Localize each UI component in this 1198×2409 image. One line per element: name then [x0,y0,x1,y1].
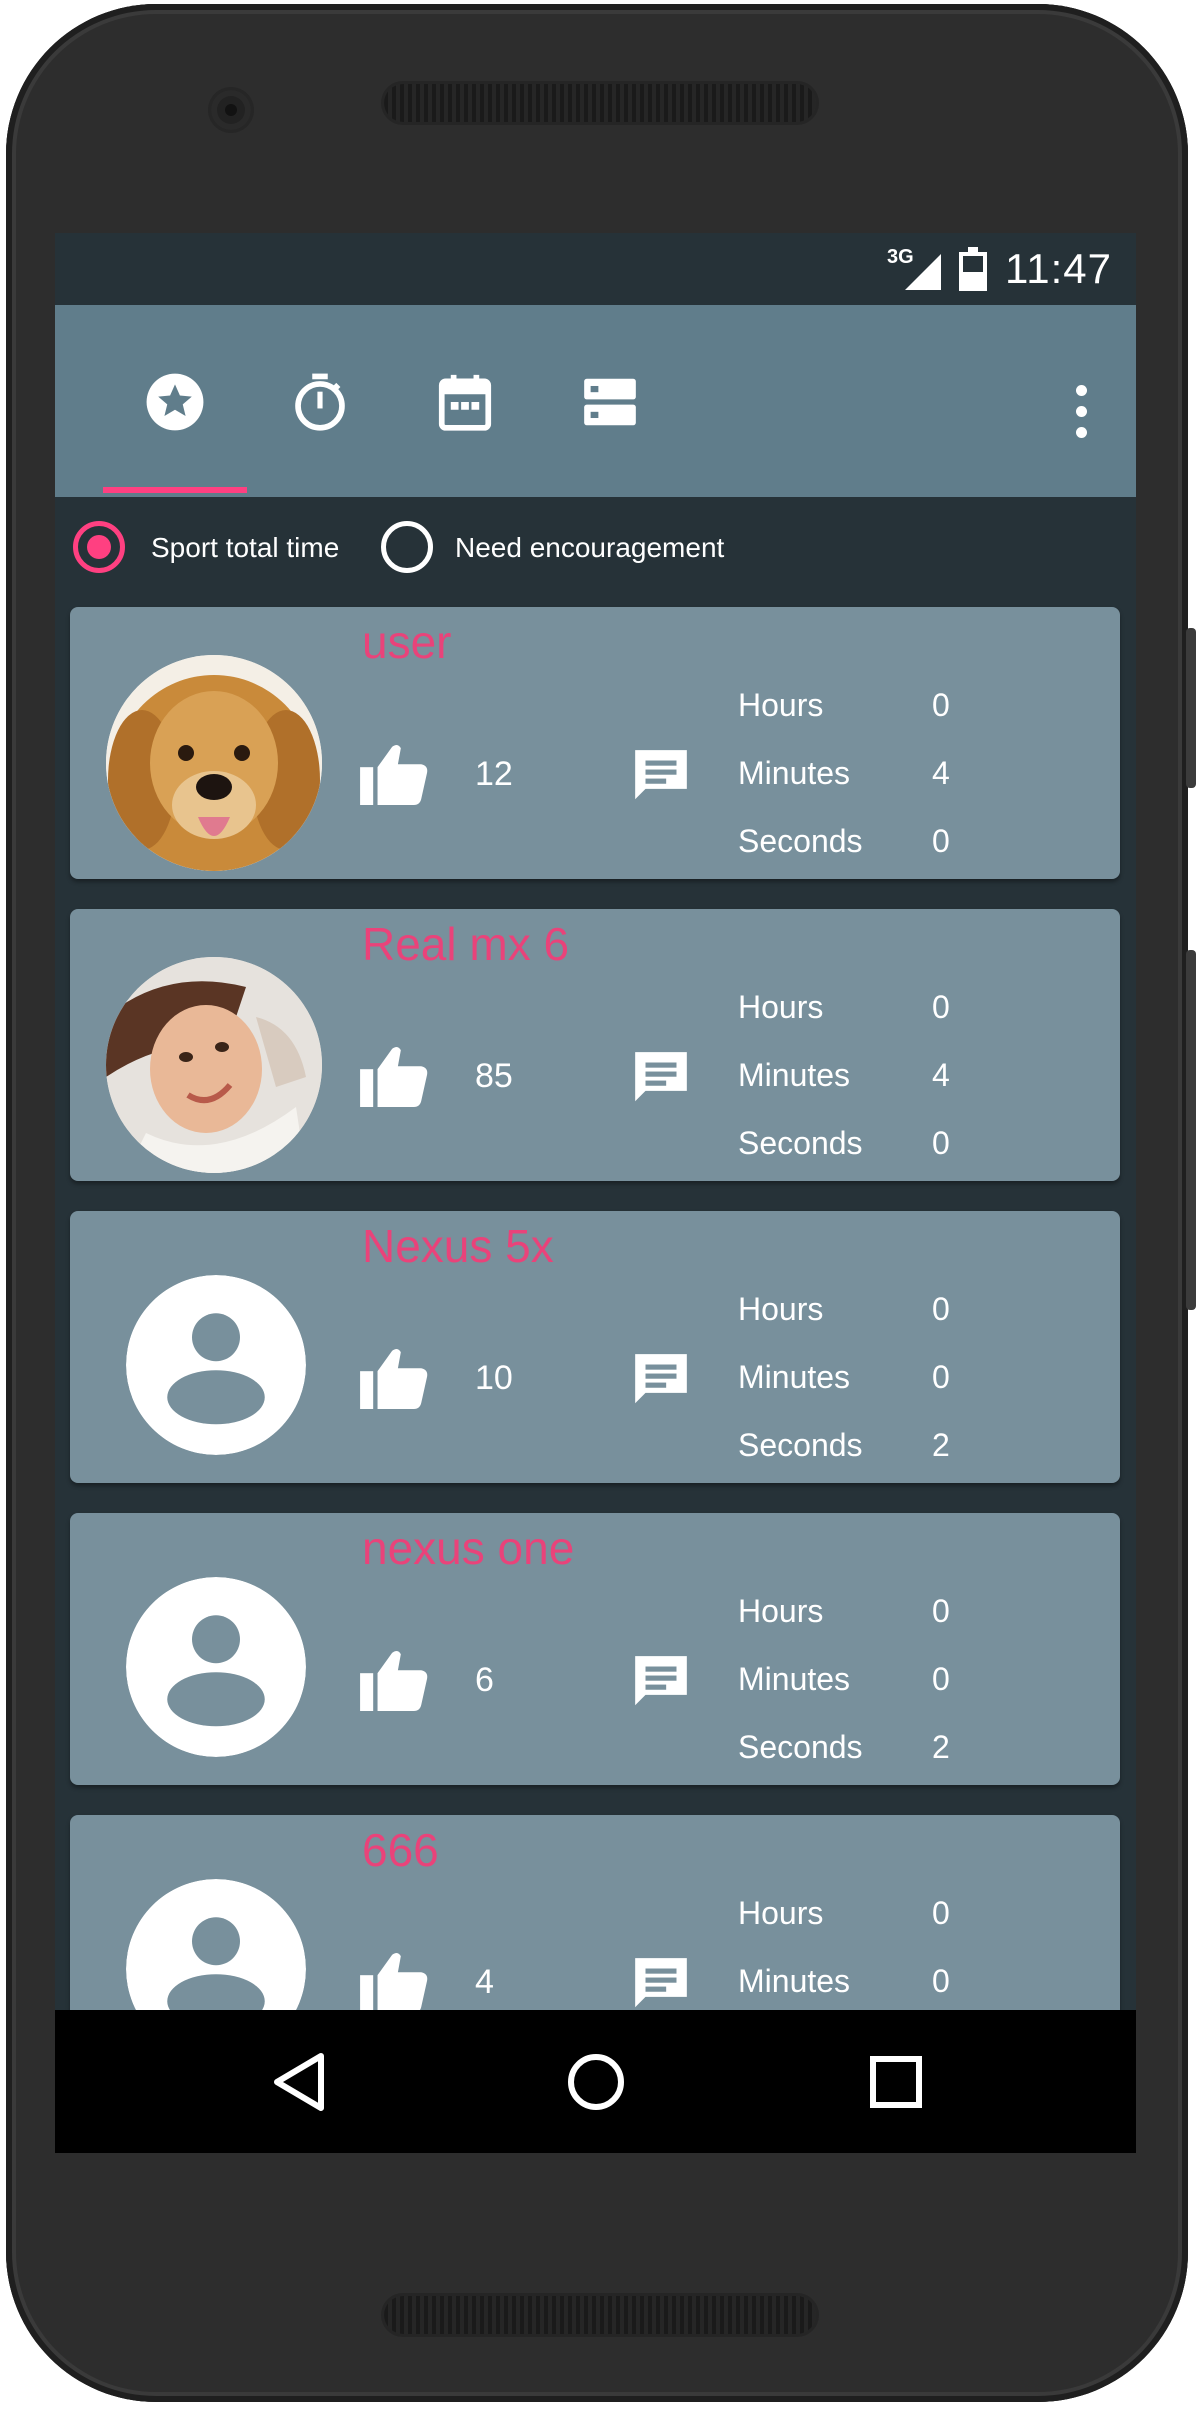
dog-photo [106,655,322,871]
calendar-icon [438,374,492,431]
hours-value: 0 [932,687,950,723]
timer-icon [295,373,345,431]
filter-radio-group: Sport total time Need encouragement [55,497,1136,597]
like-count: 85 [475,1057,513,1095]
hours-value: 0 [932,1291,950,1327]
user-name: user [362,616,452,668]
hours-label: Hours [738,1593,824,1629]
comment-icon[interactable] [628,1349,694,1411]
comment-icon[interactable] [628,1047,694,1109]
minutes-value: 0 [932,1359,950,1395]
avatar [126,1577,306,1757]
user-name: Real mx 6 [362,918,570,970]
tab-calendar[interactable] [430,367,500,437]
hours-value: 0 [932,1895,950,1931]
hours-label: Hours [738,687,824,723]
like-count: 4 [475,1963,494,2001]
thumb-up-icon[interactable] [360,1949,430,2013]
seconds-value: 2 [932,1729,950,1765]
volume-button [1186,950,1196,1310]
list-item[interactable]: user 12 Hours 0 Minutes 4 Seconds 0 [70,607,1120,879]
hours-label: Hours [738,1291,824,1327]
minutes-label: Minutes [738,1661,851,1697]
hours-value: 0 [932,1593,950,1629]
like-count: 6 [475,1661,494,1699]
radio-label-need-encouragement[interactable]: Need encouragement [455,531,724,565]
minutes-label: Minutes [738,755,851,791]
storage-icon [584,378,636,426]
battery-icon [959,247,987,291]
avatar [106,655,322,871]
default-avatar-icon [126,1577,306,1757]
user-name: 666 [362,1824,439,1876]
seconds-label: Seconds [738,1729,863,1765]
radio-label-sport-total-time[interactable]: Sport total time [151,531,339,565]
minutes-label: Minutes [738,1963,851,1999]
screen: 3G 11:47 Sport total time Need encourage… [55,233,1136,2153]
home-icon [568,2054,624,2110]
tab-ranking[interactable] [140,367,210,437]
seconds-label: Seconds [738,1125,863,1161]
earpiece-speaker [384,84,816,122]
radio-sport-total-time[interactable] [73,521,125,573]
tab-storage[interactable] [575,367,645,437]
back-icon [274,2053,324,2111]
hours-label: Hours [738,1895,824,1931]
person-photo [106,957,322,1173]
user-name: Nexus 5x [362,1220,554,1272]
minutes-value: 0 [932,1661,950,1697]
status-time: 11:47 [1005,245,1112,292]
more-vert-icon[interactable] [1074,385,1088,439]
thumb-up-icon[interactable] [360,1647,430,1711]
radio-need-encouragement[interactable] [381,521,433,573]
like-count: 10 [475,1359,513,1397]
signal-3g-icon: 3G [887,244,941,294]
list-item[interactable]: nexus one 6 Hours 0 Minutes 0 Seconds 2 [70,1513,1120,1785]
tab-timer[interactable] [285,367,355,437]
minutes-value: 4 [932,1057,950,1093]
tab-indicator [103,487,247,493]
list-item[interactable]: Nexus 5x 10 Hours 0 Minutes 0 Seconds 2 [70,1211,1120,1483]
system-nav-bar [55,2010,1136,2153]
status-bar: 3G 11:47 [55,233,1136,305]
comment-icon[interactable] [628,1651,694,1713]
minutes-label: Minutes [738,1359,851,1395]
thumb-up-icon[interactable] [360,741,430,805]
nav-recents-button[interactable] [860,2046,932,2118]
thumb-up-icon[interactable] [360,1043,430,1107]
front-camera [211,90,251,130]
like-count: 12 [475,755,513,793]
thumb-up-icon[interactable] [360,1345,430,1409]
power-button [1186,628,1196,788]
list-item[interactable]: Real mx 6 85 Hours 0 Minutes 4 Seconds 0 [70,909,1120,1181]
nav-home-button[interactable] [560,2046,632,2118]
hours-value: 0 [932,989,950,1025]
comment-icon[interactable] [628,745,694,807]
user-name: nexus one [362,1522,575,1574]
star-circle-icon [146,373,204,431]
avatar [126,1275,306,1455]
seconds-value: 0 [932,823,950,859]
recents-icon [870,2056,922,2108]
seconds-value: 0 [932,1125,950,1161]
app-bar [55,305,1136,497]
minutes-value: 4 [932,755,950,791]
minutes-label: Minutes [738,1057,851,1093]
bottom-speaker [384,2296,816,2334]
seconds-value: 2 [932,1427,950,1463]
minutes-value: 0 [932,1963,950,1999]
seconds-label: Seconds [738,823,863,859]
comment-icon[interactable] [628,1953,694,2015]
seconds-label: Seconds [738,1427,863,1463]
default-avatar-icon [126,1275,306,1455]
nav-back-button[interactable] [263,2046,335,2118]
avatar [106,957,322,1173]
hours-label: Hours [738,989,824,1025]
